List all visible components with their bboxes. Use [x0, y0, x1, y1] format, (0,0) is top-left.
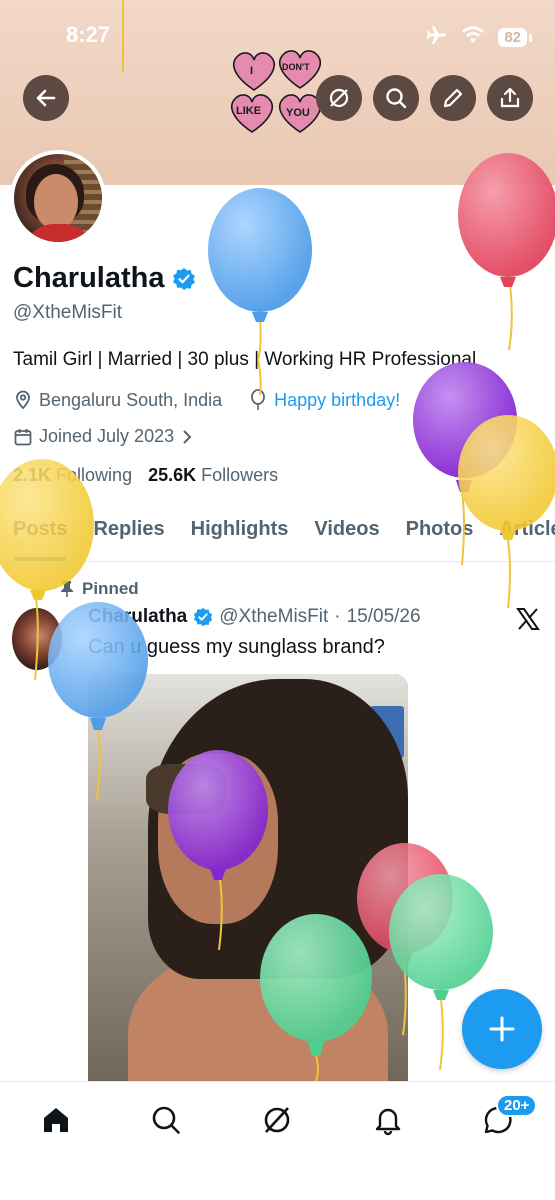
verified-badge-icon: [194, 607, 213, 627]
battery-indicator: 82: [498, 28, 532, 47]
back-button[interactable]: [23, 75, 69, 121]
tab-photos[interactable]: Photos: [393, 505, 487, 561]
share-button[interactable]: [487, 75, 533, 121]
nav-home[interactable]: [38, 1102, 74, 1138]
follow-stats: 2.1K Following 25.6K Followers: [13, 465, 278, 486]
post-author-handle[interactable]: @XtheMisFit: [219, 606, 328, 628]
tab-articles[interactable]: Articles: [486, 505, 555, 561]
nav-search[interactable]: [148, 1102, 184, 1138]
pin-icon: [61, 581, 73, 597]
profile-handle: @XtheMisFit: [13, 302, 123, 323]
messages-badge: 20+: [496, 1094, 538, 1117]
following-link[interactable]: 2.1K Following: [13, 465, 132, 486]
post-author-name[interactable]: Charulatha: [88, 606, 187, 628]
nav-grok[interactable]: [259, 1102, 295, 1138]
plus-icon: [489, 1016, 515, 1042]
hearts-sticker: I DON'T LIKE YOU: [230, 50, 322, 133]
status-icons: 82: [424, 24, 532, 51]
pinned-indicator: Pinned: [60, 579, 139, 599]
profile-bio: Tamil Girl | Married | 30 plus | Working…: [13, 349, 477, 370]
grok-icon: [329, 88, 349, 108]
tab-highlights[interactable]: Highlights: [178, 505, 302, 561]
post-separator: ·: [334, 606, 341, 627]
balloon-icon: [251, 389, 266, 410]
post-date[interactable]: 15/05/26: [347, 606, 421, 628]
search-button[interactable]: [373, 75, 419, 121]
grok-button[interactable]: [316, 75, 362, 121]
compose-fab[interactable]: [462, 989, 542, 1069]
calendar-icon: [14, 428, 32, 445]
post-header: Charulatha @XtheMisFit · 15/05/26: [88, 606, 421, 628]
birthday-link[interactable]: Happy birthday!: [274, 390, 400, 411]
joined-date: Joined July 2023: [39, 426, 175, 446]
pinned-label: Pinned: [82, 579, 139, 598]
svg-text:YOU: YOU: [286, 107, 310, 119]
wifi-icon: [462, 26, 485, 49]
svg-text:I: I: [250, 65, 253, 77]
search-icon: [152, 1106, 180, 1134]
status-time: 8:27: [66, 22, 111, 47]
tab-replies[interactable]: Replies: [80, 505, 177, 561]
tab-videos[interactable]: Videos: [301, 505, 392, 561]
svg-text:LIKE: LIKE: [236, 105, 261, 117]
x-logo-icon: [516, 608, 540, 630]
profile-name-text: Charulatha: [13, 262, 165, 294]
profile-location: Bengaluru South, India: [39, 389, 223, 410]
post-text: Can u guess my sunglass brand?: [88, 636, 385, 658]
share-icon: [500, 87, 520, 108]
pencil-icon: [443, 88, 463, 108]
tab-posts[interactable]: Posts: [0, 505, 80, 561]
search-icon: [386, 88, 407, 109]
location-pin-icon: [16, 390, 30, 410]
nav-notifications[interactable]: [370, 1102, 406, 1138]
profile-screen: 8:27 82 I DON'T LIKE YOU Charulatha @Xth…: [0, 0, 555, 1200]
airplane-icon: [424, 24, 448, 51]
verified-badge-icon[interactable]: [172, 267, 196, 291]
home-icon: [44, 1108, 68, 1132]
profile-meta: Bengaluru South, India Happy birthday!: [13, 389, 400, 411]
joined-row[interactable]: Joined July 2023: [13, 426, 194, 447]
svg-text:DON'T: DON'T: [282, 62, 310, 72]
edit-button[interactable]: [430, 75, 476, 121]
notifications-icon: [375, 1108, 401, 1136]
profile-name: Charulatha: [13, 262, 196, 295]
grok-icon: [264, 1107, 290, 1133]
profile-avatar[interactable]: [10, 150, 106, 246]
bottom-nav: [0, 1081, 555, 1200]
profile-tabs: Posts Replies Highlights Videos Photos A…: [0, 505, 555, 562]
chevron-right-icon: [183, 429, 192, 444]
followers-link[interactable]: 25.6K Followers: [148, 465, 278, 486]
post-photo[interactable]: [88, 674, 408, 1094]
post-author-avatar[interactable]: [12, 608, 62, 670]
arrow-left-icon: [36, 89, 56, 107]
